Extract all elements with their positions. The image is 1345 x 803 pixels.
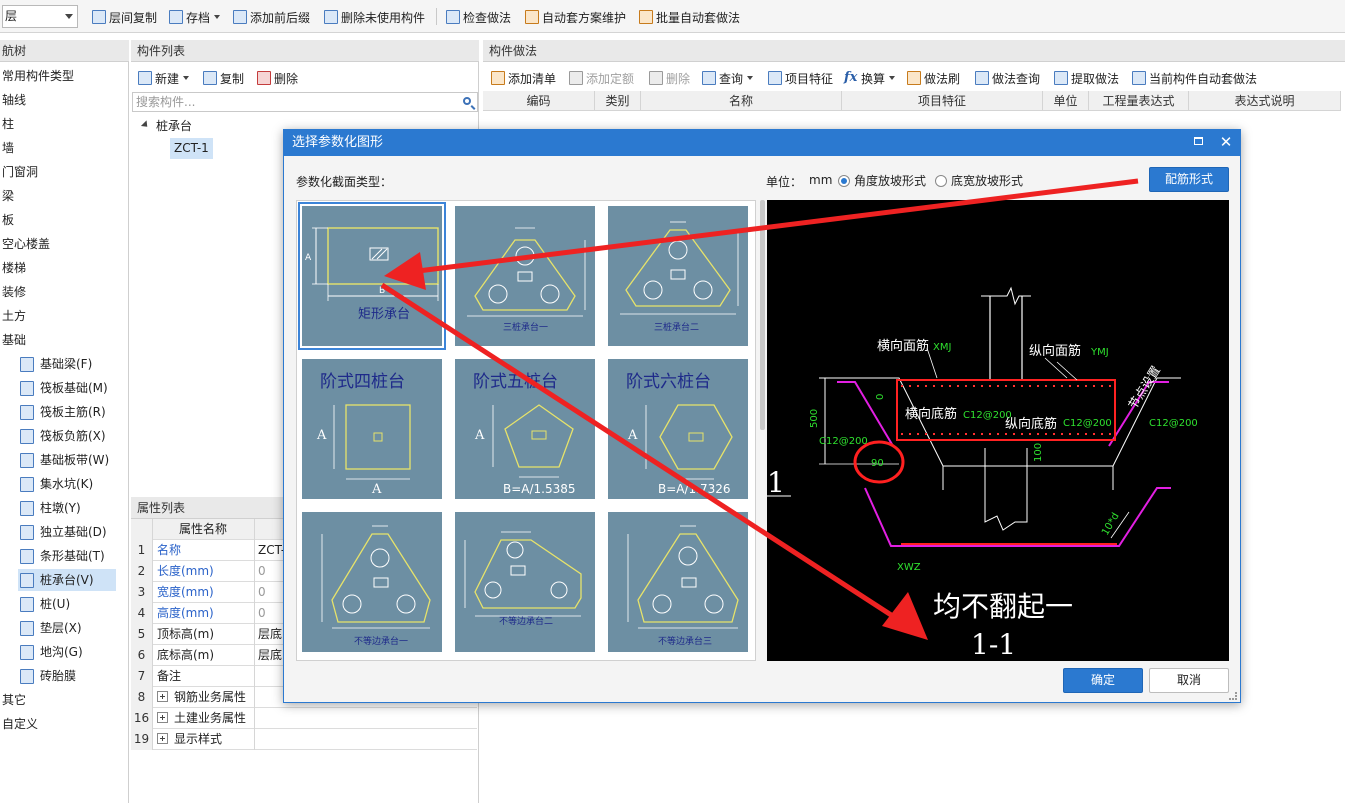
annotation-arrows xyxy=(380,178,1139,640)
ok-button[interactable]: 确定 xyxy=(1063,668,1143,693)
cancel-button[interactable]: 取消 xyxy=(1149,668,1229,693)
resize-grip-icon[interactable] xyxy=(1229,692,1237,700)
